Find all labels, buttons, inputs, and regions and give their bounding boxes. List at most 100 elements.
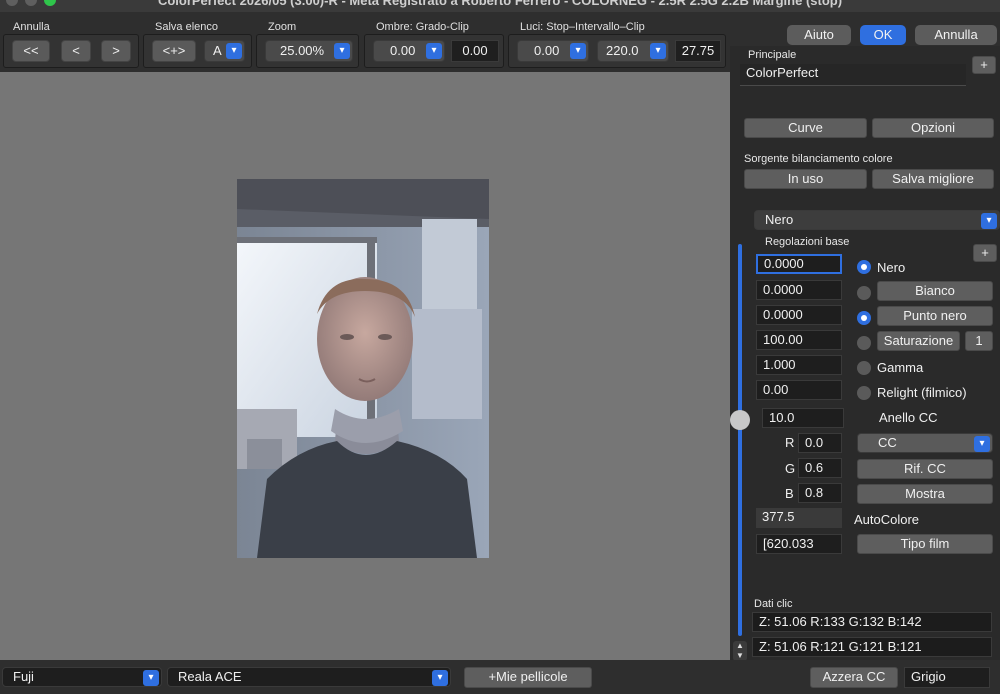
shadows-clip-field[interactable]: 0.00 (451, 40, 499, 62)
highlights-label: Luci: Stop–Intervallo–Clip (520, 21, 645, 33)
bottom-bar: Fuji ▾ Reala ACE ▾ +Mie pellicole Azzera… (0, 660, 1000, 694)
my-films-button[interactable]: +Mie pellicole (464, 667, 592, 688)
shadows-label: Ombre: Grado-Clip (376, 21, 469, 33)
bianco-button[interactable]: Bianco (877, 281, 993, 301)
autocolor-value: 377.5 (756, 508, 842, 528)
chevron-down-icon: ▾ (981, 213, 997, 229)
click-data-line-2: Z: 51.06 R:121 G:121 B:121 (752, 637, 992, 657)
balance-source-label: Sorgente bilanciamento colore (744, 153, 893, 165)
gray-field[interactable]: Grigio (904, 667, 990, 688)
black-point-radio[interactable] (857, 311, 871, 325)
preset-name-field[interactable]: ColorPerfect (740, 64, 966, 86)
zoom-group: 25.00% ▾ (256, 34, 359, 68)
cancel-button[interactable]: Annulla (915, 25, 997, 45)
film-stock-value: Reala ACE (178, 669, 242, 684)
chevron-down-icon: ▾ (650, 43, 666, 59)
nero-radio[interactable] (857, 260, 871, 274)
save-list-label: Salva elenco (155, 21, 218, 33)
cc-select-value: CC (878, 435, 897, 450)
chevron-down-icon: ▾ (432, 670, 448, 686)
cc-ring-label: Anello CC (879, 410, 938, 425)
gamma-label: Gamma (877, 360, 924, 375)
saturation-radio[interactable] (857, 336, 871, 350)
highlights-group: 0.00 ▾ 220.0 ▾ 27.75 (508, 34, 726, 68)
undo-group: << < > (3, 34, 139, 68)
highlights-stop-select[interactable]: 0.00 ▾ (517, 40, 589, 62)
undo-all-button[interactable]: << (12, 40, 50, 62)
saturation-button[interactable]: Saturazione (877, 331, 960, 351)
b-label: B (785, 486, 794, 501)
film-preview-image[interactable] (237, 179, 489, 558)
base-adjust-label: Regolazioni base (765, 236, 850, 248)
zoom-select[interactable]: 25.00% ▾ (265, 40, 353, 62)
chevron-down-icon: ▾ (426, 43, 442, 59)
save-slot-select[interactable]: A ▾ (204, 40, 245, 62)
shadows-group: 0.00 ▾ 0.00 (364, 34, 504, 68)
cc-select[interactable]: CC ▾ (857, 433, 993, 453)
portrait-photo (237, 179, 489, 558)
save-list-button[interactable]: <+> (152, 40, 196, 62)
r-value-field[interactable]: 0.0 (798, 433, 842, 453)
adjust-value-field[interactable]: 0.0000 (756, 305, 842, 325)
autocolor-label: AutoColore (854, 512, 920, 527)
chevron-down-icon: ▾ (570, 43, 586, 59)
adjust-value-field[interactable]: 0.00 (756, 380, 842, 400)
highlights-clip-field[interactable]: 27.75 (675, 40, 721, 62)
adjust-value-field[interactable]: 1.000 (756, 355, 842, 375)
image-canvas[interactable] (0, 72, 730, 660)
add-preset-button[interactable]: + (972, 56, 996, 74)
highlights-stop-value: 0.00 (534, 43, 560, 58)
g-label: G (785, 461, 796, 476)
relight-label: Relight (filmico) (877, 385, 967, 400)
film-brand-value: Fuji (13, 669, 34, 684)
options-button[interactable]: Opzioni (872, 118, 994, 138)
g-value-field[interactable]: 0.6 (798, 458, 842, 478)
black-point-button[interactable]: Punto nero (877, 306, 993, 326)
relight-radio[interactable] (857, 386, 871, 400)
chevron-down-icon: ▾ (974, 436, 990, 452)
reset-cc-button[interactable]: Azzera CC (810, 667, 898, 688)
saturation-step-button[interactable]: 1 (965, 331, 993, 351)
save-best-button[interactable]: Salva migliore (872, 169, 994, 189)
highlights-range-value: 220.0 (606, 43, 639, 58)
highlights-range-select[interactable]: 220.0 ▾ (597, 40, 669, 62)
settings-panel: Principale + ColorPerfect Curve Opzioni … (730, 46, 1000, 661)
bianco-radio[interactable] (857, 286, 871, 300)
cc-ring-field[interactable]: 10.0 (762, 408, 844, 428)
film-stock-select[interactable]: Reala ACE ▾ (167, 667, 451, 687)
save-slot-value: A (213, 43, 222, 58)
save-list-group: <+> A ▾ (143, 34, 252, 68)
principale-label: Principale (748, 49, 797, 61)
click-data-line-1: Z: 51.06 R:133 G:132 B:142 (752, 612, 992, 632)
redo-button[interactable]: > (101, 40, 131, 62)
title-bar: ColorPerfect 2026/05 (3.00)-R - Meta Reg… (0, 0, 1000, 12)
adjust-slider-handle[interactable] (730, 410, 750, 430)
chevron-down-icon: ▾ (143, 670, 159, 686)
show-button[interactable]: Mostra (857, 484, 993, 504)
in-use-button[interactable]: In uso (744, 169, 867, 189)
film-value-field[interactable]: [620.033 (756, 534, 842, 554)
adjust-value-field[interactable]: 0.0000 (756, 280, 842, 300)
gamma-radio[interactable] (857, 361, 871, 375)
mode-select[interactable]: Nero ▾ (754, 210, 1000, 230)
mode-value: Nero (765, 212, 794, 227)
zoom-label: Zoom (268, 21, 297, 33)
curve-button[interactable]: Curve (744, 118, 867, 138)
window-title: ColorPerfect 2026/05 (3.00)-R - Meta Reg… (157, 0, 843, 8)
adjust-value-field[interactable]: 0.0000 (756, 254, 842, 274)
ok-button[interactable]: OK (860, 25, 906, 45)
film-brand-select[interactable]: Fuji ▾ (2, 667, 162, 687)
help-button[interactable]: Aiuto (787, 25, 851, 45)
add-adjust-button[interactable]: + (973, 244, 997, 262)
undo-button[interactable]: < (61, 40, 91, 62)
adjust-slider-track[interactable] (738, 244, 742, 636)
adjust-value-field[interactable]: 100.00 (756, 330, 842, 350)
nero-label: Nero (877, 260, 906, 275)
chevron-down-icon: ▾ (226, 43, 242, 59)
b-value-field[interactable]: 0.8 (798, 483, 842, 503)
film-type-button[interactable]: Tipo film (857, 534, 993, 554)
ref-cc-button[interactable]: Rif. CC (857, 459, 993, 479)
shadows-grade-select[interactable]: 0.00 ▾ (373, 40, 445, 62)
click-data-label: Dati clic (754, 598, 793, 610)
stepper-arrows-icon[interactable]: ▲ ▼ (733, 641, 747, 661)
